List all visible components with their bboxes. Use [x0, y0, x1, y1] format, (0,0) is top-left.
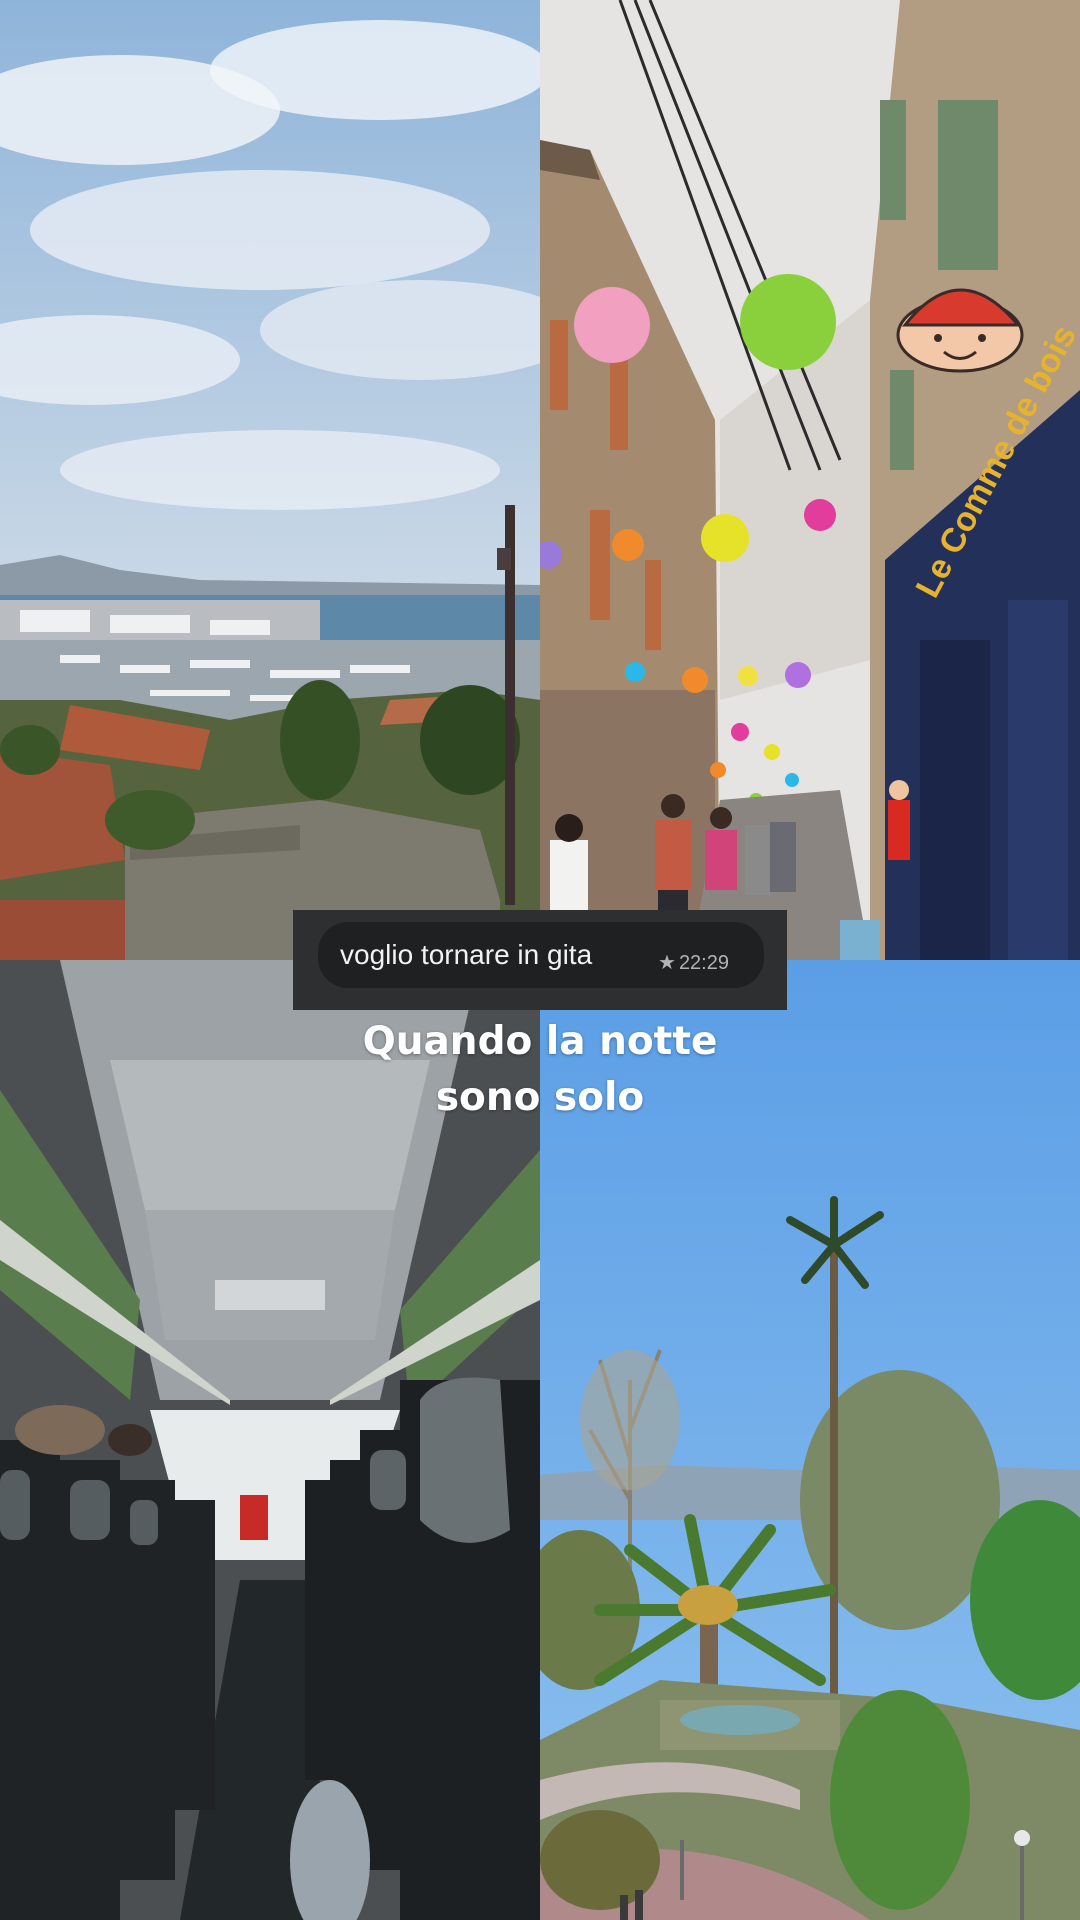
- caption-line-1: Quando la notte: [362, 1019, 718, 1064]
- message-text: voglio tornare in gita: [340, 939, 593, 970]
- photo-lantern-street: Le Comme de bois: [540, 0, 1080, 960]
- caption-line-2: sono solo: [435, 1075, 645, 1120]
- story-caption: Quando la notte sono solo: [0, 1014, 1080, 1126]
- star-icon: ★: [658, 952, 676, 974]
- message-meta: ★ 22:29: [658, 951, 729, 975]
- message-time: 22:29: [678, 952, 729, 974]
- photo-harbor: [0, 0, 540, 960]
